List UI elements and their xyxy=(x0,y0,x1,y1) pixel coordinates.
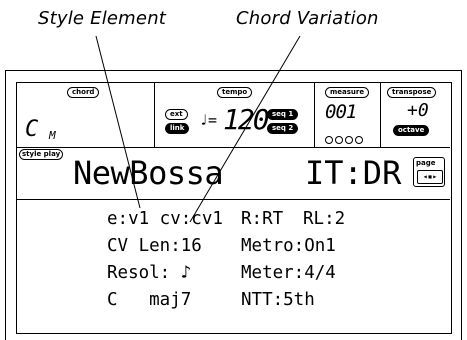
edit-resolution[interactable]: Resol: ♪ xyxy=(107,263,191,283)
tempo-panel: tempo ext link ♩= 120 seq 1 seq 2 xyxy=(155,83,315,147)
page-tag: page xyxy=(416,159,436,167)
style-bar: style play NewBossa IT:DR page ◂▪▸ xyxy=(17,147,450,200)
ext-button[interactable]: ext xyxy=(165,109,188,120)
edit-cv-length[interactable]: CV Len:16 xyxy=(107,236,202,256)
chord-type: M xyxy=(49,129,56,142)
page-button[interactable]: page ◂▪▸ xyxy=(413,157,445,187)
link-button[interactable]: link xyxy=(165,123,190,134)
tempo-tag: tempo xyxy=(217,87,253,98)
status-header: chord C M tempo ext link ♩= 120 seq 1 se… xyxy=(17,83,450,148)
edit-ntt[interactable]: NTT:5th xyxy=(241,290,315,310)
chord-panel: chord C M xyxy=(17,83,155,147)
octave-tag[interactable]: octave xyxy=(393,125,430,136)
edit-meter[interactable]: Meter:4/4 xyxy=(241,263,336,283)
seq2-button[interactable]: seq 2 xyxy=(267,123,299,134)
style-play-tag: style play xyxy=(19,149,64,160)
lcd-screen: chord C M tempo ext link ♩= 120 seq 1 se… xyxy=(16,82,452,334)
beat-indicator xyxy=(325,129,365,148)
page-arrows-icon: ◂▪▸ xyxy=(417,170,443,184)
transpose-panel: transpose +0 octave xyxy=(381,83,450,147)
transpose-tag: transpose xyxy=(387,87,437,98)
transpose-value: +0 xyxy=(407,100,429,121)
edit-chord[interactable]: C maj7 xyxy=(107,290,191,310)
edit-rl[interactable]: RL:2 xyxy=(303,209,345,229)
edit-retrigger[interactable]: R:RT xyxy=(241,209,283,229)
chord-tag: chord xyxy=(67,87,100,98)
measure-value: 001 xyxy=(325,101,357,123)
tempo-note-icon: ♩= xyxy=(199,111,218,129)
tempo-value: 120 xyxy=(223,103,270,136)
measure-panel: measure 001 xyxy=(315,83,381,147)
edit-metro[interactable]: Metro:On1 xyxy=(241,236,336,256)
style-name: NewBossa xyxy=(73,154,224,192)
seq1-button[interactable]: seq 1 xyxy=(267,109,299,120)
chord-variation-callout: Chord Variation xyxy=(236,8,379,29)
style-element-callout: Style Element xyxy=(38,8,167,29)
edit-element-cv[interactable]: e:v1 cv:cv1 xyxy=(107,209,223,229)
chord-symbol: C xyxy=(25,117,39,142)
measure-tag: measure xyxy=(325,87,370,98)
style-element: IT:DR xyxy=(305,154,402,192)
